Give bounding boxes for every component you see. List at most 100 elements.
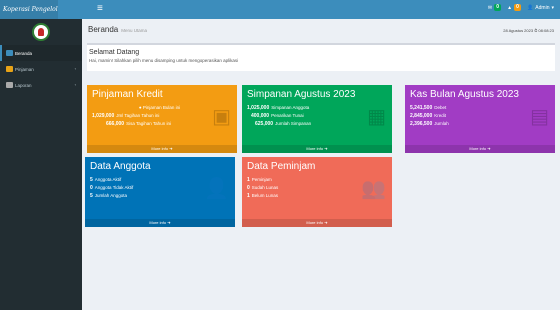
calendar-icon: ▦ [367, 106, 386, 128]
user-name: Admin [535, 4, 550, 11]
box-row: ● Pinjaman Bulan ini [92, 104, 227, 112]
row-value: 625,000 [255, 121, 274, 127]
box-rows: 1,025,000 Simpanan Anggota 400,000 Penarik… [247, 104, 311, 128]
box-row: 400,000 Penarikan Tunai [247, 112, 311, 120]
row-value: 5,241,500 [410, 105, 433, 111]
koperasi-logo-icon [32, 23, 50, 41]
welcome-box: Selamat Datang Hai, mamin! Silahkan pili… [87, 43, 555, 71]
row-label: Anggota Tidak Aktif [94, 185, 134, 190]
box-row: 666,000 Sisa Tagihan Tahun ini [92, 120, 227, 128]
row-label: Jml Tagihan Tahun ini [116, 113, 160, 118]
user-icon: 👤 [527, 4, 534, 11]
row-label: Debet [434, 105, 447, 110]
row-value: 5 [90, 177, 93, 183]
sidebar-item-label: Laporan [15, 82, 32, 88]
caret-down-icon: ▾ [551, 4, 554, 11]
box-row: 1 Belum Lunas [247, 192, 278, 200]
row-value: 1 [247, 177, 250, 183]
more-info-link[interactable]: More info ➔ [242, 219, 392, 227]
pinjaman-kredit-box: Pinjaman Kredit ▣ ● Pinjaman Bulan ini 1… [87, 85, 237, 153]
page-subtitle: Menu Utama [121, 28, 148, 33]
row-label: Jumlah Simpanan [275, 121, 312, 126]
box-rows: ● Pinjaman Bulan ini 1,029,000 Jml Tagiha… [92, 104, 227, 128]
box-title: Simpanan Agustus 2023 [247, 89, 356, 100]
row-value: 2,396,500 [410, 121, 433, 127]
box-row: 1,029,000 Jml Tagihan Tahun ini [92, 112, 227, 120]
row-label: Kredit [434, 113, 447, 118]
main-content: Beranda Menu Utama 28 Agustus 2023 ⏱ 08:0… [82, 19, 560, 310]
row-label: Jumlah [434, 121, 449, 126]
navbar-right: ✉ 0 ▲ 0 👤 Admin ▾ [488, 4, 554, 11]
row-value: 400,000 [251, 113, 270, 119]
kas-box: Kas Bulan Agustus 2023 ▤ 5,241,500 Debet … [405, 85, 555, 153]
box-title: Pinjaman Kredit [92, 89, 163, 100]
home-icon [6, 50, 13, 56]
box-rows: 1 Peminjam 0 Sudah Lunas 1 Belum Lunas [247, 176, 278, 200]
box-row: 2,396,500 Jumlah [410, 120, 449, 128]
sidebar-item-pinjaman[interactable]: Pinjaman ‹ [0, 61, 82, 77]
sidebar-toggle-icon[interactable]: ≡ [97, 4, 103, 14]
box-row: 2,845,000 Kredit [410, 112, 449, 120]
messages-menu[interactable]: ✉ 0 [487, 4, 502, 11]
top-navbar: Koperasi Pengelolaan Modal ≡ ✉ 0 ▲ 0 👤 A… [0, 0, 560, 19]
more-info-link[interactable]: More info ➔ [85, 219, 235, 227]
welcome-heading: Selamat Datang [89, 49, 140, 56]
page-title-text: Beranda [88, 25, 119, 34]
page-title: Beranda Menu Utama [88, 25, 147, 34]
user-add-icon: 👤 [204, 178, 229, 200]
more-info-link[interactable]: More info ➔ [242, 145, 392, 153]
chevron-left-icon: ‹ [74, 82, 76, 87]
sidebar-item-label: Beranda [15, 50, 33, 56]
sidebar-logo [0, 19, 82, 45]
simpanan-box: Simpanan Agustus 2023 ▦ 1,025,000 Simpana… [242, 85, 392, 153]
data-anggota-box: Data Anggota 👤 5 Anggota Aktif 0 Anggota T… [85, 157, 235, 227]
bank-icon [6, 66, 13, 72]
box-row: 5 Anggota Aktif [90, 176, 133, 184]
book-icon: ▤ [530, 106, 549, 128]
row-label: Simpanan Anggota [271, 105, 310, 110]
row-value: 666,000 [106, 121, 125, 127]
row-label: Belum Lunas [251, 193, 279, 198]
sidebar-item-beranda[interactable]: Beranda [0, 45, 82, 61]
row-label: Sisa Tagihan Tahun ini [126, 121, 171, 126]
sidebar: Beranda Pinjaman ‹ Laporan ‹ [0, 19, 82, 310]
row-label: Penarikan Tunai [271, 113, 304, 118]
bell-icon: ▲ [507, 4, 513, 11]
box-title: Data Anggota [90, 161, 151, 172]
users-icon: 👥 [361, 178, 386, 200]
box-row: 5,241,500 Debet [410, 104, 449, 112]
more-info-link[interactable]: More info ➔ [405, 145, 555, 153]
box-title: Kas Bulan Agustus 2023 [410, 89, 519, 100]
row-value: 0 [90, 185, 93, 191]
envelope-icon: ✉ [487, 4, 493, 11]
data-peminjam-box: Data Peminjam 👥 1 Peminjam 0 Sudah Lunas 1… [242, 157, 392, 227]
row-value: 1,025,000 [247, 105, 270, 111]
sidebar-item-laporan[interactable]: Laporan ‹ [0, 77, 82, 93]
row-label: Jumlah Anggota [94, 193, 128, 198]
notifications-menu[interactable]: ▲ 0 [507, 4, 522, 11]
more-info-link[interactable]: More info ➔ [87, 145, 237, 153]
row-label: Pinjaman Bulan ini [142, 105, 181, 110]
notifications-badge: 0 [514, 4, 522, 11]
date-time: 28 Agustus 2023 ⏱ 08:08:23 [503, 28, 554, 33]
messages-badge: 0 [494, 4, 502, 11]
row-value: 0 [247, 185, 250, 191]
brand-logo-text[interactable]: Koperasi Pengelolaan Modal [0, 0, 58, 19]
row-label: Peminjam [251, 177, 272, 182]
row-label: Anggota Aktif [94, 177, 122, 182]
box-title: Data Peminjam [247, 161, 316, 172]
box-row: 0 Anggota Tidak Aktif [90, 184, 133, 192]
row-value: 2,845,000 [410, 113, 433, 119]
box-row: 0 Sudah Lunas [247, 184, 278, 192]
box-row: 1 Peminjam [247, 176, 278, 184]
user-menu[interactable]: 👤 Admin ▾ [527, 5, 554, 11]
chevron-left-icon: ‹ [74, 66, 76, 71]
box-row: 625,000 Jumlah Simpanan [247, 120, 311, 128]
box-row: 1,025,000 Simpanan Anggota [247, 104, 311, 112]
box-rows: 5,241,500 Debet 2,845,000 Kredit 2,396,500… [410, 104, 449, 128]
row-value: 5 [90, 193, 93, 199]
sidebar-item-label: Pinjaman [15, 66, 34, 72]
welcome-text: Hai, mamin! Silahkan pilih menu disampin… [89, 58, 239, 63]
report-icon [6, 82, 13, 88]
box-rows: 5 Anggota Aktif 0 Anggota Tidak Aktif 5 Jum… [90, 176, 133, 200]
